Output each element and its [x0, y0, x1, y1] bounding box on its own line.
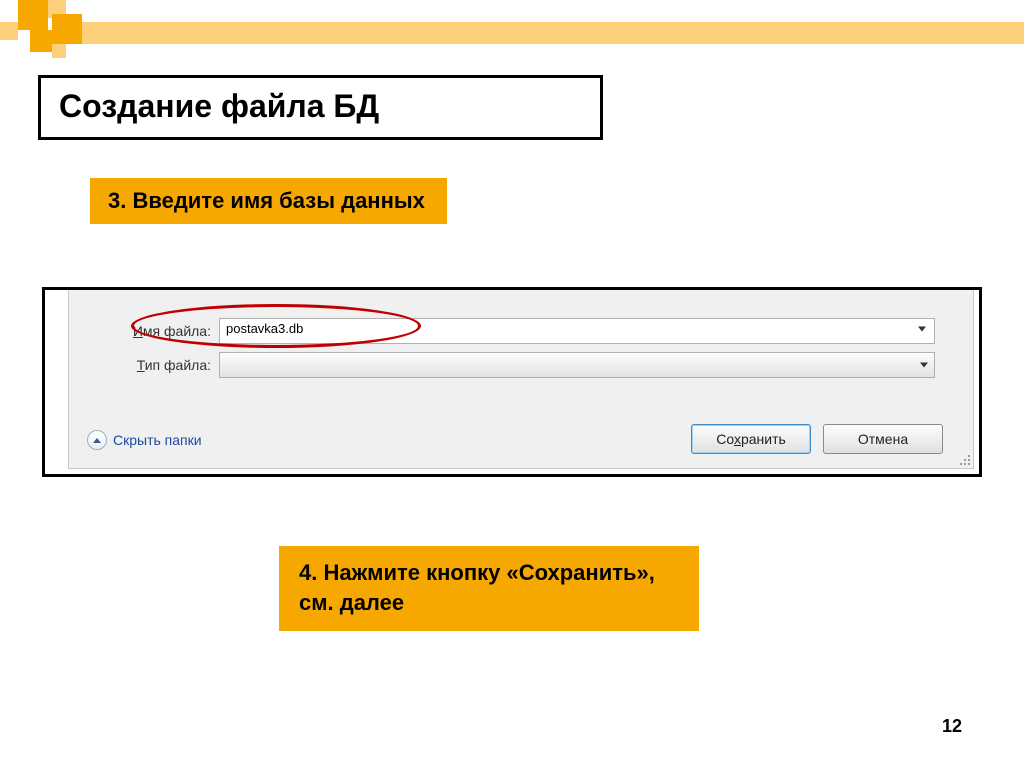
chevron-up-icon	[87, 430, 107, 450]
filename-label: Имя файла:	[69, 323, 219, 339]
step-4-callout: 4. Нажмите кнопку «Сохранить», см. далее	[279, 546, 699, 631]
dropdown-caret-icon[interactable]	[918, 327, 926, 332]
dialog-button-row: Сохранить Отмена	[691, 424, 943, 454]
header-bar	[82, 22, 1024, 44]
filetype-row: Тип файла:	[69, 352, 973, 378]
slide-title-box: Создание файла БД	[38, 75, 603, 140]
slide-title: Создание файла БД	[59, 88, 582, 125]
filename-input[interactable]: postavka3.db	[219, 318, 935, 344]
decor-square	[18, 0, 48, 30]
page-number: 12	[942, 716, 962, 737]
hide-folders-link[interactable]: Скрыть папки	[87, 430, 202, 450]
decor-square	[0, 22, 18, 40]
filename-value: postavka3.db	[226, 321, 303, 336]
save-button[interactable]: Сохранить	[691, 424, 811, 454]
hide-folders-label: Скрыть папки	[113, 432, 202, 448]
save-dialog-frame: Имя файла: postavka3.db Тип файла: Скрыт…	[42, 287, 982, 477]
resize-grip-icon[interactable]	[957, 452, 971, 466]
save-dialog: Имя файла: postavka3.db Тип файла: Скрыт…	[68, 290, 974, 469]
step-3-callout: 3. Введите имя базы данных	[90, 178, 447, 224]
step-3-text: 3. Введите имя базы данных	[108, 188, 425, 214]
filetype-select[interactable]	[219, 352, 935, 378]
decor-square	[52, 44, 66, 58]
decor-square	[30, 30, 52, 52]
dropdown-caret-icon	[920, 363, 928, 368]
decor-square	[52, 14, 82, 44]
filename-row: Имя файла: postavka3.db	[69, 318, 973, 344]
slide-header-decoration	[0, 0, 1024, 60]
cancel-button[interactable]: Отмена	[823, 424, 943, 454]
filetype-label: Тип файла:	[69, 357, 219, 373]
step-4-text: 4. Нажмите кнопку «Сохранить», см. далее	[299, 558, 679, 617]
